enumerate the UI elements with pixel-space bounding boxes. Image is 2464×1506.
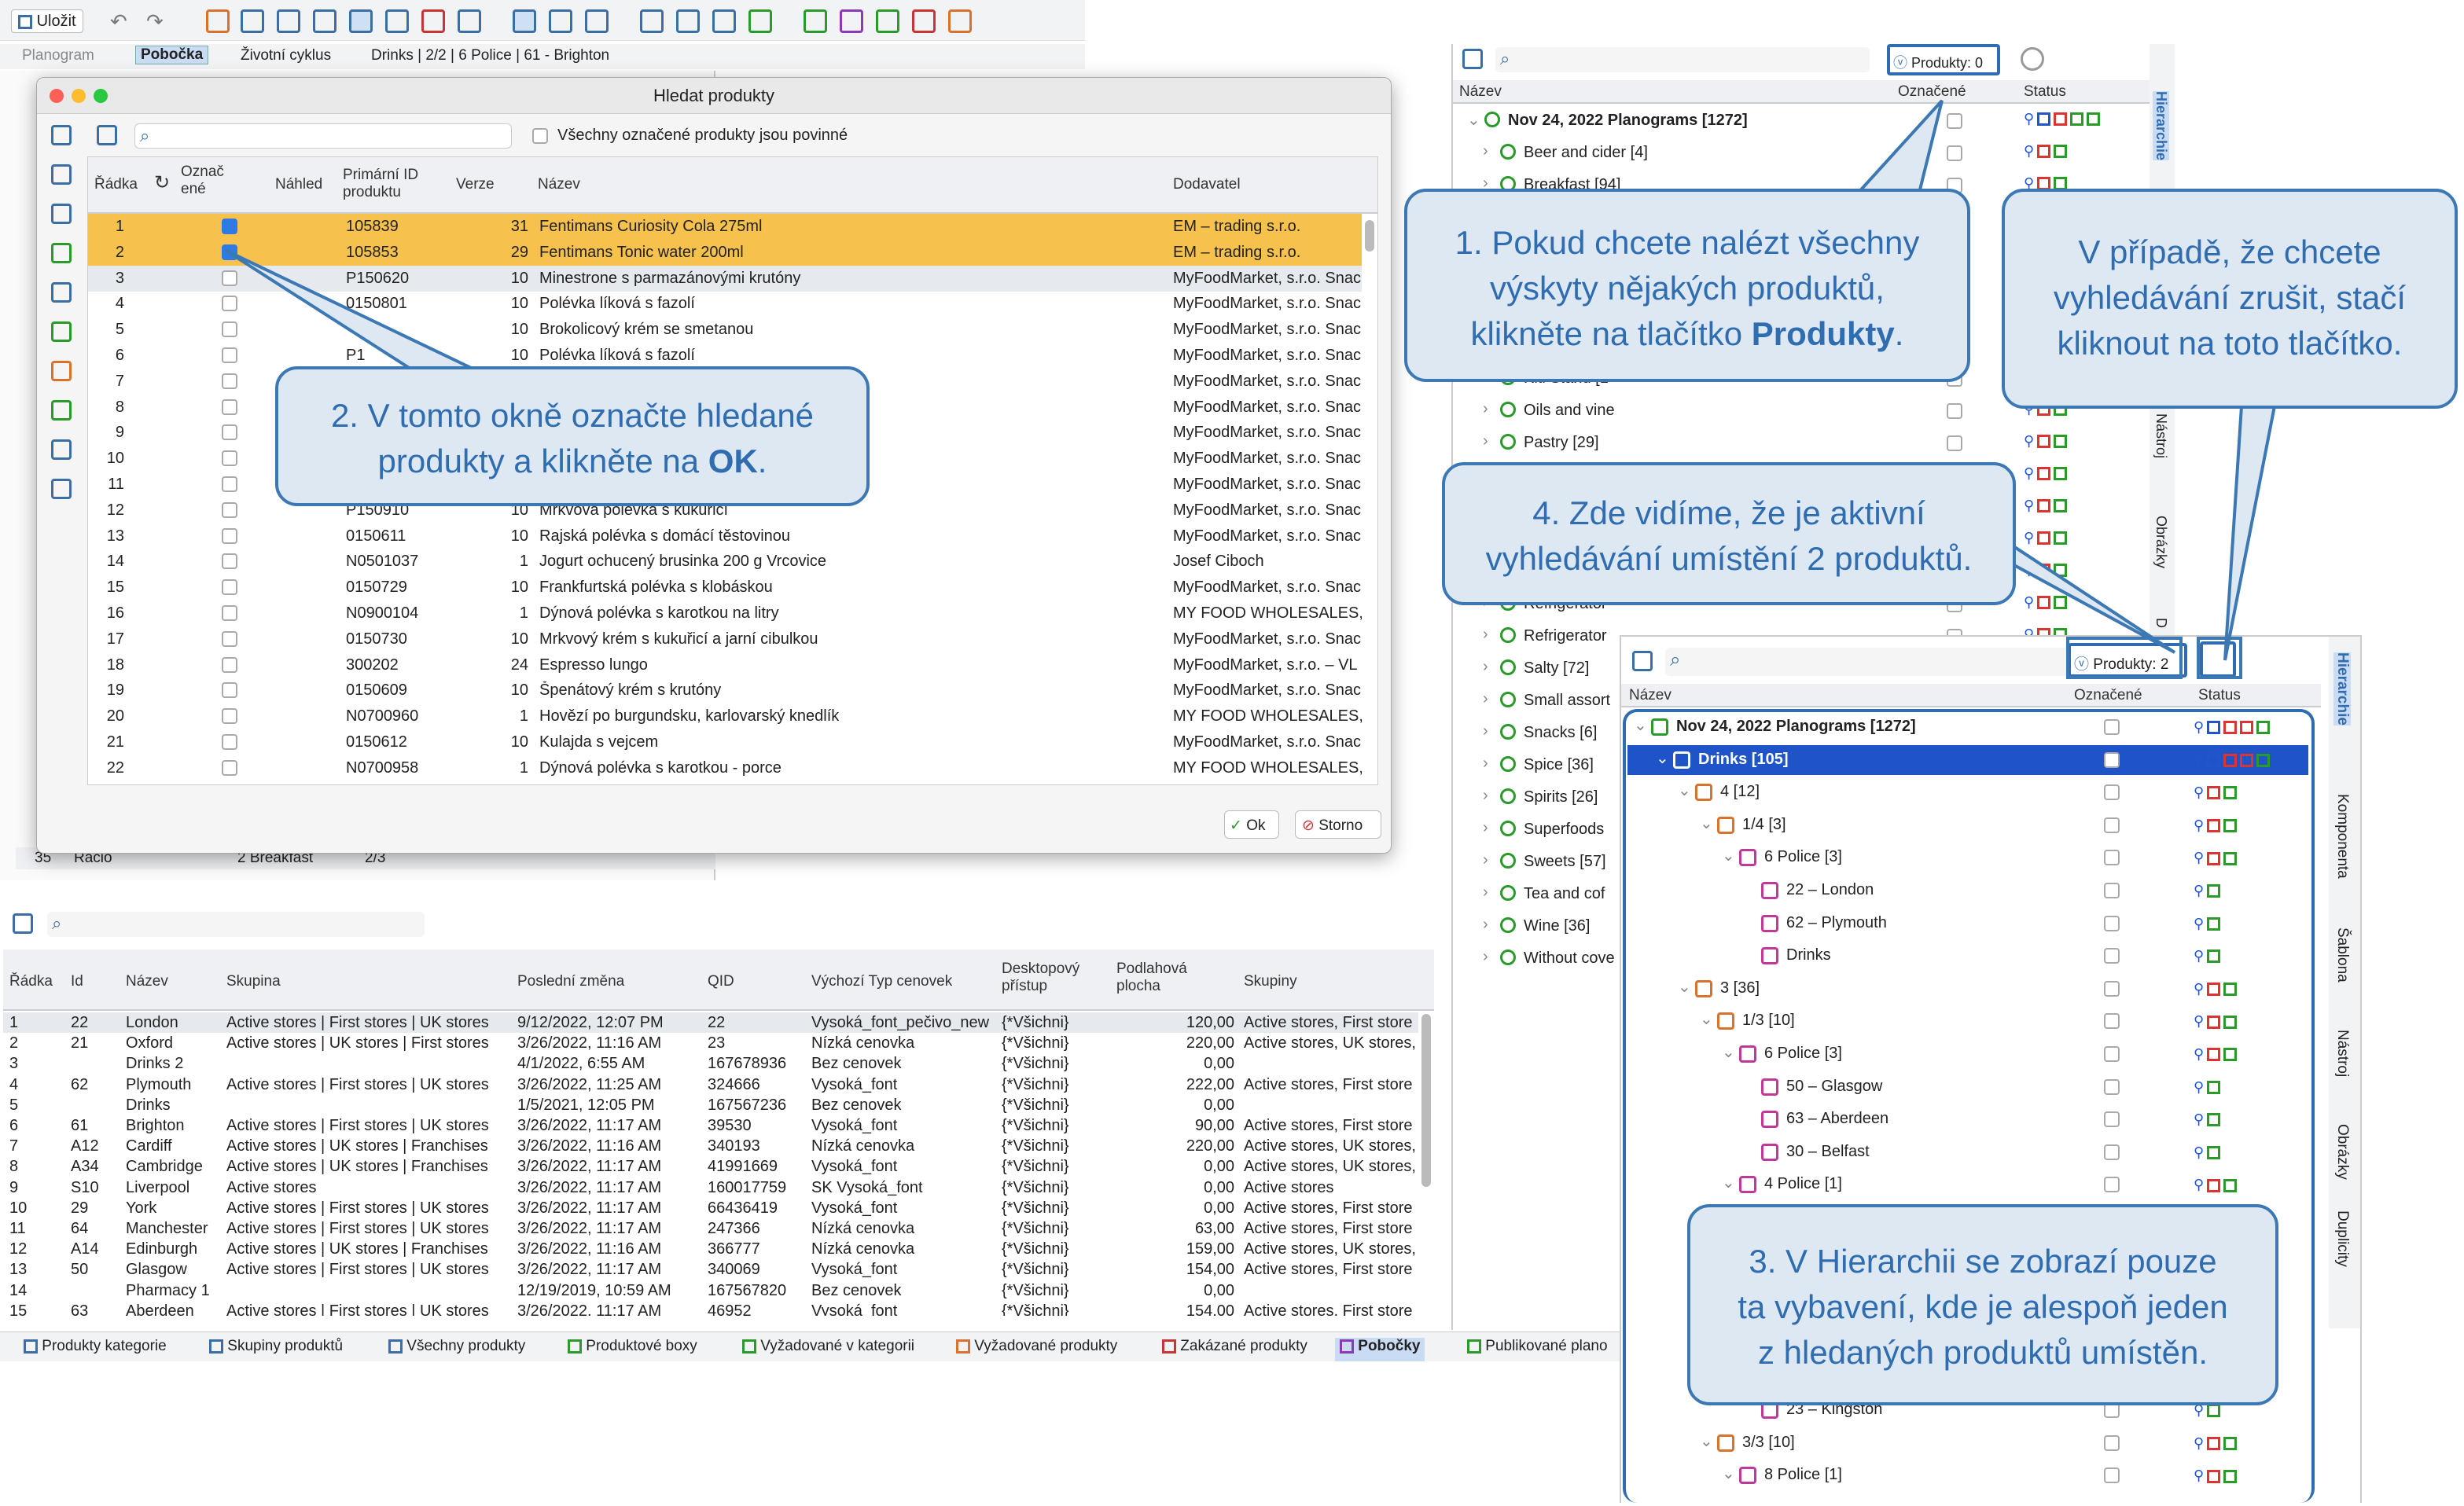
callout-2: V případě, že chcete vyhledávání zrušit,… [2002,189,2458,409]
callout-3: 2. V tomto okně označte hledané produkty… [275,366,870,506]
callout-5: 3. V Hierarchii se zobrazí pouze ta vyba… [1687,1204,2278,1405]
callout-1: 1. Pokud chcete nalézt všechny výskyty n… [1404,189,1970,382]
callout-4: 4. Zde vidíme, že je aktivní vyhledávání… [1442,462,2016,605]
